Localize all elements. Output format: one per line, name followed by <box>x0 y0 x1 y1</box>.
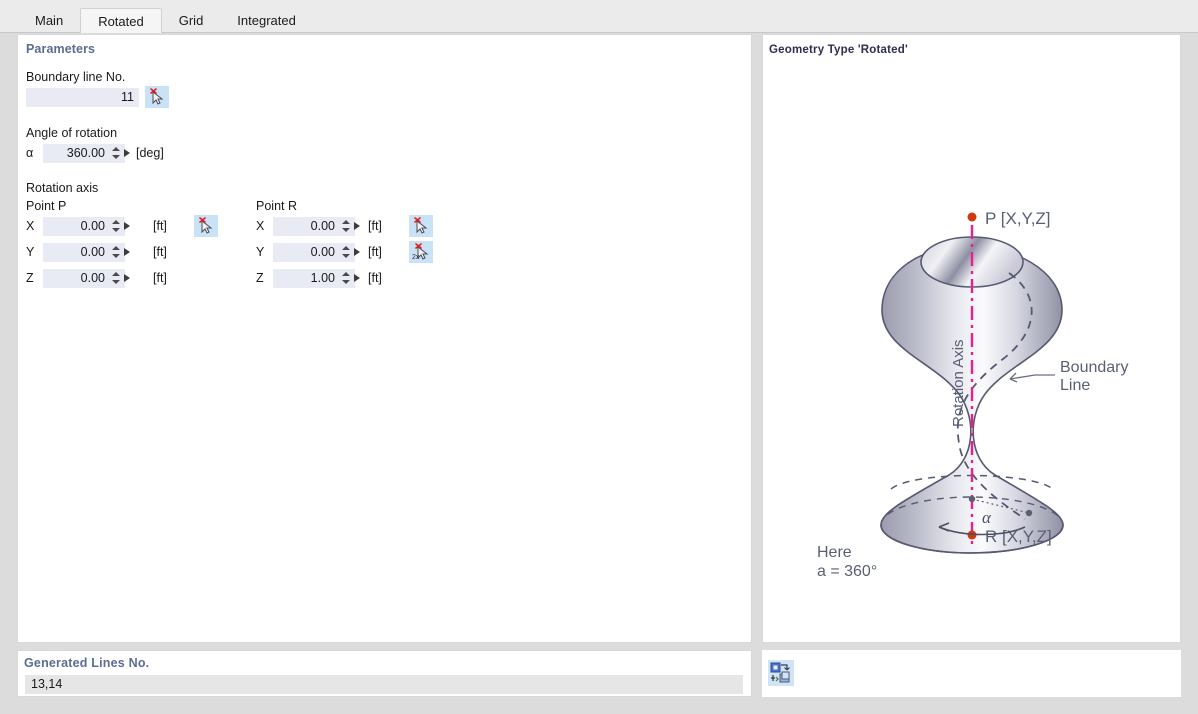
transfer-settings-button[interactable] <box>768 660 794 686</box>
point-r-z-unit: [ft] <box>368 271 382 285</box>
parameters-section-title: Parameters <box>26 42 96 56</box>
figure-note-line-1: Here <box>817 544 852 561</box>
point-p-z-more-caret-icon[interactable] <box>124 274 130 282</box>
bottom-right-toolbar <box>762 650 1181 697</box>
boundary-line-label: Boundary line No. <box>26 70 126 84</box>
angle-symbol-label: α <box>26 146 34 160</box>
point-p-z-value: 0.00 <box>80 271 105 285</box>
boundary-line-label-2: Line <box>1060 377 1090 394</box>
point-r-z-more-caret-icon[interactable] <box>354 274 360 282</box>
point-p-x-spinner[interactable] <box>111 219 120 235</box>
point-r-x-value: 0.00 <box>310 219 335 233</box>
angle-of-rotation-label: Angle of rotation <box>26 126 118 140</box>
point-p-x-more-caret-icon[interactable] <box>124 222 130 230</box>
point-p-z-unit: [ft] <box>153 271 167 285</box>
boundary-leader-line <box>1009 374 1055 380</box>
generated-lines-readout[interactable]: 13,14 <box>25 675 743 694</box>
angle-radius-endpoint-dot <box>1025 509 1033 517</box>
point-r-y-spinner[interactable] <box>341 245 350 261</box>
geometry-preview-panel: Geometry Type 'Rotated' P [X,Y,Z] R [X,Y… <box>762 34 1181 643</box>
rotation-axis-caption: Rotation Axis <box>950 339 967 427</box>
point-p-x-unit: [ft] <box>153 219 167 233</box>
transfer-settings-icon <box>770 662 790 683</box>
angle-of-rotation-input[interactable]: 360.00 <box>43 144 125 163</box>
geometry-type-caption: Geometry Type 'Rotated' <box>769 44 908 56</box>
point-r-title: Point R <box>256 199 297 213</box>
point-r-x-more-caret-icon[interactable] <box>354 222 360 230</box>
point-p-y-more-caret-icon[interactable] <box>124 248 130 256</box>
point-p-y-spinner[interactable] <box>111 245 120 261</box>
boundary-line-input[interactable]: 11 <box>26 88 139 107</box>
point-p-pick-button[interactable] <box>194 215 218 237</box>
point-p-y-unit: [ft] <box>153 245 167 259</box>
point-p-z-input[interactable]: 0.00 <box>43 269 125 288</box>
point-p-row-z-axis: Z <box>26 271 34 285</box>
point-r-x-input[interactable]: 0.00 <box>273 217 355 236</box>
point-p-x-value: 0.00 <box>80 219 105 233</box>
pick-cursor-icon <box>414 217 428 234</box>
angle-spinner[interactable] <box>111 146 120 162</box>
point-r-pick-button[interactable] <box>409 215 433 237</box>
pick-cursor-icon <box>199 217 213 234</box>
boundary-line-value: 11 <box>121 90 134 104</box>
svg-text:2x: 2x <box>412 254 420 261</box>
figure-note-line-2: a = 360° <box>817 563 877 580</box>
pick-cursor-icon <box>150 88 164 105</box>
point-r-row-z-axis: Z <box>256 271 264 285</box>
parameters-panel: Parameters Boundary line No. 11 Angle of… <box>17 34 752 643</box>
tab-grid[interactable]: Grid <box>162 8 221 33</box>
angle-symbol-figure: α <box>982 508 992 527</box>
point-r-pick-two-points-button[interactable]: 2x <box>409 241 433 263</box>
tab-rotated[interactable]: Rotated <box>80 8 162 33</box>
point-p-title: Point P <box>26 199 67 213</box>
point-p-row-x-axis: X <box>26 219 35 233</box>
point-p-marker <box>967 212 977 222</box>
pick-two-points-icon: 2x <box>412 243 429 261</box>
point-r-y-unit: [ft] <box>368 245 382 259</box>
boundary-line-pick-button[interactable] <box>145 86 169 108</box>
tab-main[interactable]: Main <box>18 8 80 33</box>
angle-of-rotation-value: 360.00 <box>66 146 105 160</box>
generated-lines-panel: Generated Lines No. 13,14 <box>17 650 752 697</box>
point-p-label: P [X,Y,Z] <box>985 209 1051 228</box>
point-r-z-input[interactable]: 1.00 <box>273 269 355 288</box>
point-r-row-x-axis: X <box>256 219 265 233</box>
angle-unit-label: [deg] <box>136 146 164 160</box>
point-r-x-spinner[interactable] <box>341 219 350 235</box>
tab-integrated[interactable]: Integrated <box>220 8 313 33</box>
generated-lines-value: 13,14 <box>31 677 63 691</box>
point-r-y-more-caret-icon[interactable] <box>354 248 360 256</box>
point-p-z-spinner[interactable] <box>111 271 120 287</box>
point-r-z-value: 1.00 <box>310 271 335 285</box>
point-p-row-y-axis: Y <box>26 245 35 259</box>
boundary-line-label-1: Boundary <box>1060 359 1129 376</box>
point-r-x-unit: [ft] <box>368 219 382 233</box>
angle-more-caret-icon[interactable] <box>124 149 130 157</box>
rotation-axis-label: Rotation axis <box>26 181 99 195</box>
point-r-y-value: 0.00 <box>310 245 335 259</box>
tab-list: Main Rotated Grid Integrated <box>18 8 313 33</box>
generated-lines-caption: Generated Lines No. <box>24 656 150 670</box>
tab-bar: Main Rotated Grid Integrated <box>0 0 1198 33</box>
point-p-y-value: 0.00 <box>80 245 105 259</box>
point-r-row-y-axis: Y <box>256 245 265 259</box>
point-p-y-input[interactable]: 0.00 <box>43 243 125 262</box>
point-r-z-spinner[interactable] <box>341 271 350 287</box>
rotated-geometry-figure: P [X,Y,Z] R [X,Y,Z] Rotation Axis Bounda… <box>817 209 1129 580</box>
point-r-y-input[interactable]: 0.00 <box>273 243 355 262</box>
point-p-x-input[interactable]: 0.00 <box>43 217 125 236</box>
